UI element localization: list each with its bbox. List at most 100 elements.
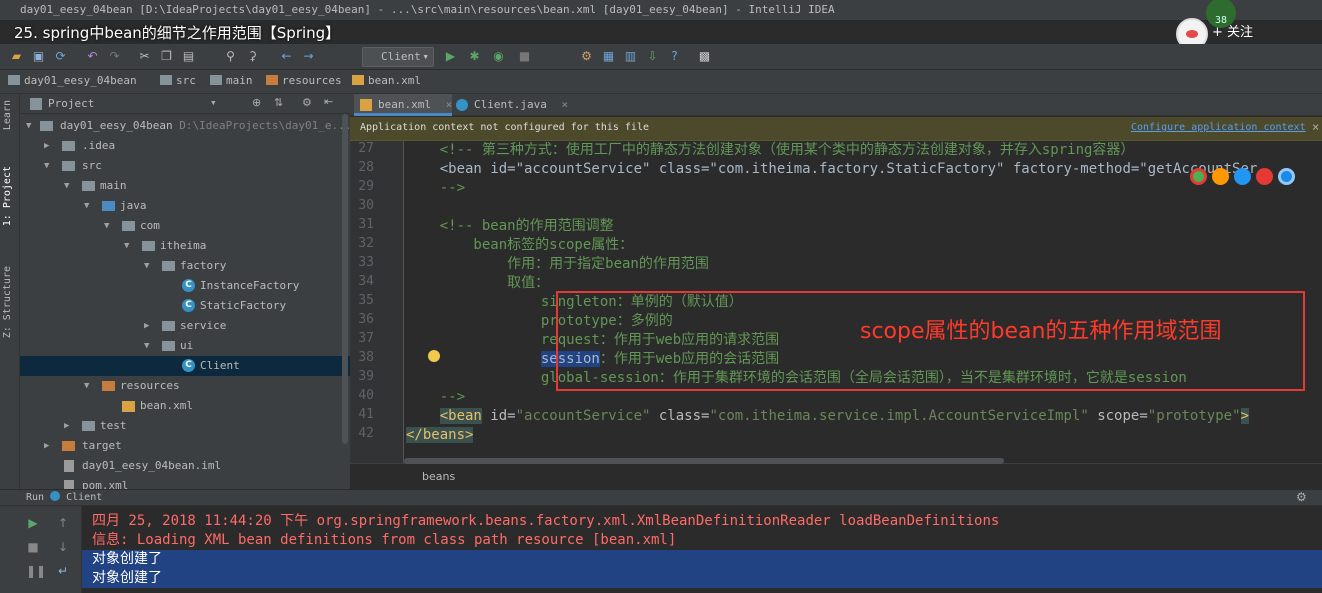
task-icon[interactable]: ▩ <box>696 48 713 65</box>
tree-item-main[interactable]: ▼ main <box>20 176 350 196</box>
horizontal-scrollbar[interactable] <box>404 458 1004 464</box>
collapsed-arrow-icon[interactable]: ▶ <box>44 136 54 156</box>
pause-icon[interactable]: ❚❚ <box>26 564 46 578</box>
vcs-icon[interactable]: ⇩ <box>644 48 661 65</box>
line-number: 36 <box>358 312 374 327</box>
help-icon[interactable]: ? <box>666 48 683 65</box>
tab-client-java[interactable]: Client.java × <box>450 94 568 116</box>
cut-icon[interactable]: ✂ <box>136 48 153 65</box>
follow-button[interactable]: + 关注 <box>1212 22 1253 44</box>
opera-icon[interactable] <box>1256 168 1273 185</box>
collapse-all-icon[interactable]: ⇅ <box>274 96 283 109</box>
close-icon[interactable]: × <box>561 98 568 111</box>
undo-icon[interactable]: ↶ <box>84 48 101 65</box>
tab-learn[interactable]: Learn <box>2 100 13 130</box>
code-line: </beans> <box>406 426 474 445</box>
debug-icon[interactable]: ✱ <box>466 48 483 65</box>
expand-arrow-icon[interactable]: ▼ <box>144 256 154 276</box>
line-number: 35 <box>358 293 374 308</box>
tree-item-root[interactable]: ▼ day01_eesy_04bean D:\IdeaProjects\day0… <box>20 116 351 136</box>
ie-icon[interactable] <box>1278 168 1295 185</box>
expand-arrow-icon[interactable]: ▼ <box>104 216 114 236</box>
breadcrumb-item[interactable]: resources <box>266 74 342 87</box>
run-config-select[interactable]: Client ▾ <box>362 47 434 67</box>
sync-icon[interactable]: ⟳ <box>52 48 69 65</box>
xml-value: "com.itheima.service.impl.AccountService… <box>709 408 1089 424</box>
tab-bean-xml[interactable]: bean.xml × <box>354 94 453 116</box>
breadcrumb-item[interactable]: main <box>210 74 253 87</box>
tree-item-beanxml[interactable]: bean.xml <box>20 396 350 416</box>
stop-icon[interactable]: ■ <box>516 48 533 65</box>
tree-item-service[interactable]: ▶ service <box>20 316 350 336</box>
tree-item-pom[interactable]: pom.xml <box>20 476 350 490</box>
run-icon[interactable]: ▶ <box>442 48 459 65</box>
gear-icon[interactable]: ⚙ <box>302 96 312 109</box>
settings-icon[interactable]: ⚙ <box>578 48 595 65</box>
expand-arrow-icon[interactable]: ▼ <box>44 156 54 176</box>
sdk-icon[interactable]: ▥ <box>622 48 639 65</box>
project-scrollbar[interactable] <box>342 114 348 444</box>
back-icon[interactable]: ← <box>278 48 295 65</box>
paste-icon[interactable]: ▤ <box>180 48 197 65</box>
expand-arrow-icon[interactable]: ▼ <box>144 336 154 356</box>
tree-item-idea[interactable]: ▶ .idea <box>20 136 350 156</box>
tree-item-resources[interactable]: ▼ resources <box>20 376 350 396</box>
tree-item-com[interactable]: ▼ com <box>20 216 350 236</box>
tree-item-label: pom.xml <box>82 479 129 490</box>
redo-icon[interactable]: ↷ <box>106 48 123 65</box>
tree-item-java[interactable]: ▼ java <box>20 196 350 216</box>
close-icon[interactable]: × <box>1312 120 1319 134</box>
scroll-down-icon[interactable]: ↓ <box>56 540 70 554</box>
tree-item-instancefactory[interactable]: C InstanceFactory <box>20 276 350 296</box>
tab-project[interactable]: 1: Project <box>2 166 13 226</box>
expand-arrow-icon[interactable]: ▼ <box>124 236 134 256</box>
tree-item-iml[interactable]: day01_eesy_04bean.iml <box>20 456 350 476</box>
lightbulb-icon[interactable] <box>428 350 440 362</box>
chevron-down-icon[interactable]: ▾ <box>210 96 217 109</box>
expand-arrow-icon[interactable]: ▼ <box>84 376 94 396</box>
soft-wrap-icon[interactable]: ↵ <box>56 564 70 578</box>
configure-context-link[interactable]: Configure application context <box>1131 122 1306 133</box>
tree-item-src[interactable]: ▼ src <box>20 156 350 176</box>
hide-panel-icon[interactable]: ⇤ <box>324 95 333 108</box>
rerun-icon[interactable]: ▶ <box>26 516 40 530</box>
open-folder-icon[interactable]: ▰ <box>8 48 25 65</box>
tree-item-itheima[interactable]: ▼ itheima <box>20 236 350 256</box>
run-console[interactable]: 四月 25, 2018 11:44:20 下午 org.springframew… <box>82 506 1322 593</box>
console-line: 四月 25, 2018 11:44:20 下午 org.springframew… <box>92 513 1000 529</box>
project-structure-icon[interactable]: ▦ <box>600 48 617 65</box>
forward-icon[interactable]: → <box>300 48 317 65</box>
breadcrumb-item[interactable]: day01_eesy_04bean <box>8 74 137 87</box>
tree-item-label: service <box>180 319 227 332</box>
replace-icon[interactable]: ⚳ <box>244 48 261 65</box>
tree-item-target[interactable]: ▶ target <box>20 436 350 456</box>
tab-structure[interactable]: Z: Structure <box>2 266 13 338</box>
chrome-icon[interactable] <box>1190 168 1207 185</box>
collapsed-arrow-icon[interactable]: ▶ <box>44 436 54 456</box>
breadcrumb-item[interactable]: bean.xml <box>352 74 421 87</box>
line-number: 38 <box>358 350 374 365</box>
scroll-up-icon[interactable]: ↑ <box>56 516 70 530</box>
locate-icon[interactable]: ⊕ <box>252 96 261 109</box>
copy-icon[interactable]: ❐ <box>158 48 175 65</box>
xml-path-crumb[interactable]: beans <box>422 470 455 483</box>
safari-icon[interactable] <box>1234 168 1251 185</box>
tree-item-staticfactory[interactable]: C StaticFactory <box>20 296 350 316</box>
tree-item-test[interactable]: ▶ test <box>20 416 350 436</box>
expand-arrow-icon[interactable]: ▼ <box>64 176 74 196</box>
collapsed-arrow-icon[interactable]: ▶ <box>64 416 74 436</box>
expand-arrow-icon[interactable]: ▼ <box>26 116 36 136</box>
expand-arrow-icon[interactable]: ▼ <box>84 196 94 216</box>
tree-item-ui[interactable]: ▼ ui <box>20 336 350 356</box>
tree-item-factory[interactable]: ▼ factory <box>20 256 350 276</box>
coverage-icon[interactable]: ◉ <box>490 48 507 65</box>
firefox-icon[interactable] <box>1212 168 1229 185</box>
stop-icon[interactable]: ■ <box>26 540 40 554</box>
collapsed-arrow-icon[interactable]: ▶ <box>144 316 154 336</box>
breadcrumb-item[interactable]: src <box>160 74 196 87</box>
tree-item-client[interactable]: C Client <box>20 356 350 376</box>
find-icon[interactable]: ⚲ <box>222 48 239 65</box>
gear-icon[interactable]: ⚙ <box>1296 490 1307 504</box>
save-icon[interactable]: ▣ <box>30 48 47 65</box>
project-panel-title[interactable]: Project <box>48 97 94 110</box>
